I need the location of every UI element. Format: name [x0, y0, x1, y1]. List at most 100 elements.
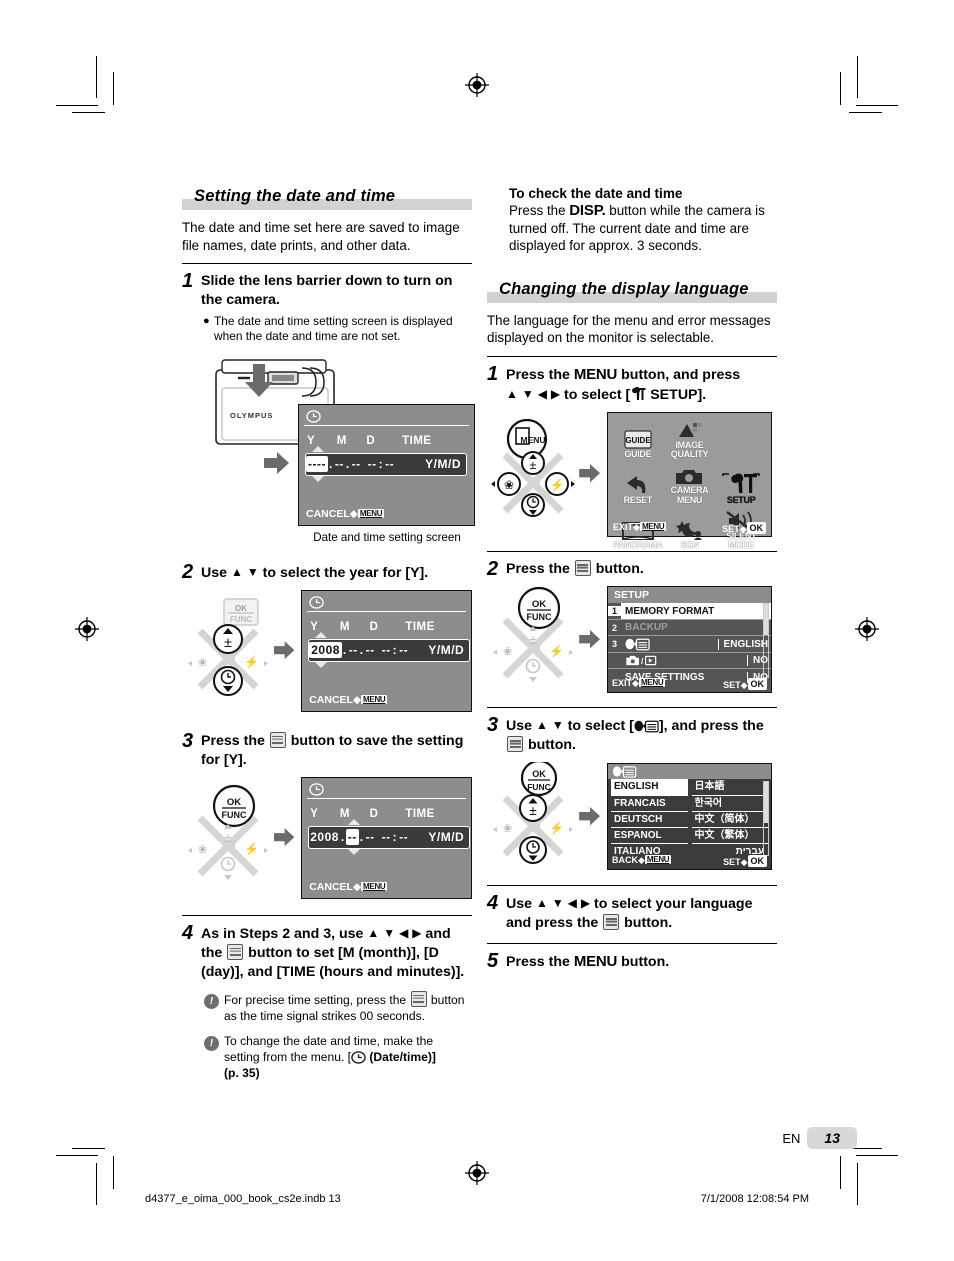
crop-mark: [96, 1163, 98, 1205]
step-text: Press the MENU button, and press ▲ ▼ ◀ ▶…: [506, 365, 741, 403]
language-icon: [625, 638, 650, 651]
up-triangle-icon: [315, 631, 328, 638]
menu-key-chip: MENU: [639, 521, 667, 531]
control-pad-illustration-ok: OK FUNC ± ❀ ⚡: [493, 586, 573, 682]
lcd-top-bar: [307, 781, 466, 799]
menu-key-chip: MENU: [361, 694, 388, 704]
language-item[interactable]: 한국어: [691, 796, 768, 812]
header-time: TIME: [402, 434, 432, 447]
step-1-bullet: ● The date and time setting screen is di…: [203, 314, 472, 344]
row-index: 1: [608, 606, 621, 617]
header-year: Y: [310, 807, 319, 820]
language-item[interactable]: ENGLISH: [611, 779, 688, 796]
scrollbar[interactable]: [763, 781, 769, 857]
crop-mark: [56, 105, 98, 107]
lcd-date-time-screen: Y M D TIME ---- . -- . -- -- : -- Y/M/D: [298, 403, 475, 526]
lcd-value-row: 2008 . -- . -- -- : -- Y/M/D: [308, 638, 471, 662]
setup-row-rec-play[interactable]: / NO: [608, 653, 771, 670]
step-3: 3 Use ▲ ▼ to select [], and press the bu…: [487, 713, 777, 755]
step-3: 3 Press the button to save the setting f…: [182, 731, 472, 770]
ok-func-button-icon: [410, 990, 427, 1007]
crop-mark: [72, 1147, 105, 1149]
value-hour: --: [381, 830, 391, 845]
language-item[interactable]: 中文（繁体）: [691, 828, 768, 845]
menu-item-setup[interactable]: SETUP: [715, 460, 767, 505]
exit-hint: EXIT◆ MENU: [612, 678, 666, 689]
header-month: M: [336, 434, 347, 447]
value-format: Y/M/D: [428, 643, 465, 658]
step-text: As in Steps 2 and 3, use ▲ ▼ ◀ ▶ and the…: [201, 924, 472, 982]
language-icon: [612, 766, 637, 779]
divider: [487, 706, 777, 708]
flow-arrow-icon: [274, 640, 295, 659]
language-item[interactable]: FRANCAIS: [611, 796, 688, 812]
warning-icon: !: [204, 991, 224, 1024]
step-number: 1: [487, 362, 499, 385]
down-arrow-icon: ▼: [551, 717, 564, 732]
value-minute: --: [385, 457, 395, 472]
divider: [487, 942, 777, 944]
ok-func-button-icon: [269, 731, 286, 748]
menu-item-guide[interactable]: GUIDE GUIDE: [612, 415, 664, 460]
svg-text:❀: ❀: [198, 657, 207, 669]
lcd-value-row: 2008 . -- . -- -- : -- Y/M/D: [308, 825, 471, 849]
exit-hint: EXIT◆ MENU: [613, 521, 667, 532]
guide-icon: GUIDE: [623, 424, 653, 450]
left-arrow-icon: ◀: [567, 895, 577, 910]
step-4: 4 Use ▲ ▼ ◀ ▶ to select your language an…: [487, 893, 777, 933]
crop-mark: [113, 72, 115, 105]
ok-func-button-icon: [603, 913, 620, 930]
menu-item-image-quality[interactable]: IMAGE QUALITY: [664, 415, 716, 460]
clock-icon: [351, 1050, 366, 1064]
figure-step-1-menu: MENU ± ❀ ⚡ GUIDE GUIDE IMAGE QUALITY RES…: [487, 411, 777, 550]
svg-text:⚡: ⚡: [550, 478, 565, 492]
cancel-label: CANCEL: [306, 507, 350, 520]
scrollbar[interactable]: [763, 603, 769, 679]
step-5: 5 Press the MENU button.: [487, 951, 777, 972]
setup-row-backup[interactable]: 2 BACKUP: [608, 620, 771, 637]
figure-step-3-language: OK FUNC ± ❀ ⚡ ENGLISH FRANCAIS DEUTSCH E…: [487, 761, 777, 872]
camera-menu-icon: [674, 460, 704, 486]
ok-key-chip: OK: [747, 855, 767, 868]
registration-mark: [854, 616, 880, 642]
figure-step-2: OK FUNC ± ❀ ⚡ Y M D TIME 2008 . -- . -- …: [182, 589, 472, 712]
bullet-dot: ●: [203, 315, 210, 328]
lcd-cancel-hint: CANCEL◆ MENU: [309, 880, 388, 893]
menu-item-reset[interactable]: RESET: [612, 460, 664, 505]
svg-text:FUNC: FUNC: [527, 782, 551, 792]
check-date-time-body: Press the DISP. button while the camera …: [509, 202, 765, 254]
setup-row-memory-format[interactable]: 1 MEMORY FORMAT: [608, 603, 771, 620]
ok-func-button-icon: [507, 735, 523, 752]
language-item[interactable]: 中文（简体）: [691, 812, 768, 829]
svg-text:MENU: MENU: [520, 435, 545, 445]
value-month: --: [348, 643, 358, 658]
cancel-label: CANCEL: [309, 880, 353, 893]
step-number: 4: [182, 921, 194, 944]
value-day: --: [365, 830, 375, 845]
step-text: Press the button to save the setting for…: [201, 731, 472, 770]
intro-paragraph: The date and time set here are saved to …: [182, 220, 460, 253]
svg-text:±: ±: [224, 831, 232, 846]
figure-caption: Date and time setting screen: [313, 530, 461, 544]
value-year: ----: [306, 456, 328, 473]
step-2: 2 Press the button.: [487, 559, 777, 579]
divider: [182, 914, 472, 916]
registration-mark: [74, 616, 100, 642]
language-item[interactable]: DEUTSCH: [611, 812, 688, 829]
language-item[interactable]: ESPANOL: [611, 828, 688, 845]
step-2: 2 Use ▲ ▼ to select the year for [Y].: [182, 562, 472, 583]
back-hint: BACK◆ MENU: [612, 855, 672, 866]
up-triangle-icon: [348, 818, 361, 825]
ok-key-chip: OK: [747, 678, 767, 691]
crop-mark: [856, 105, 898, 107]
language-item[interactable]: 日本語: [691, 779, 768, 796]
value-format: Y/M/D: [428, 830, 465, 845]
setup-title: SETUP: [608, 587, 771, 604]
down-arrow-icon: ▼: [521, 386, 534, 401]
step-number: 3: [487, 713, 499, 736]
svg-text:±: ±: [529, 457, 536, 472]
menu-button-label: MENU: [573, 365, 618, 383]
lcd-column-headers: Y M D TIME: [310, 621, 435, 633]
setup-row-language[interactable]: 3 ENGLISH: [608, 636, 771, 653]
menu-item-camera-menu[interactable]: CAMERA MENU: [664, 460, 716, 505]
